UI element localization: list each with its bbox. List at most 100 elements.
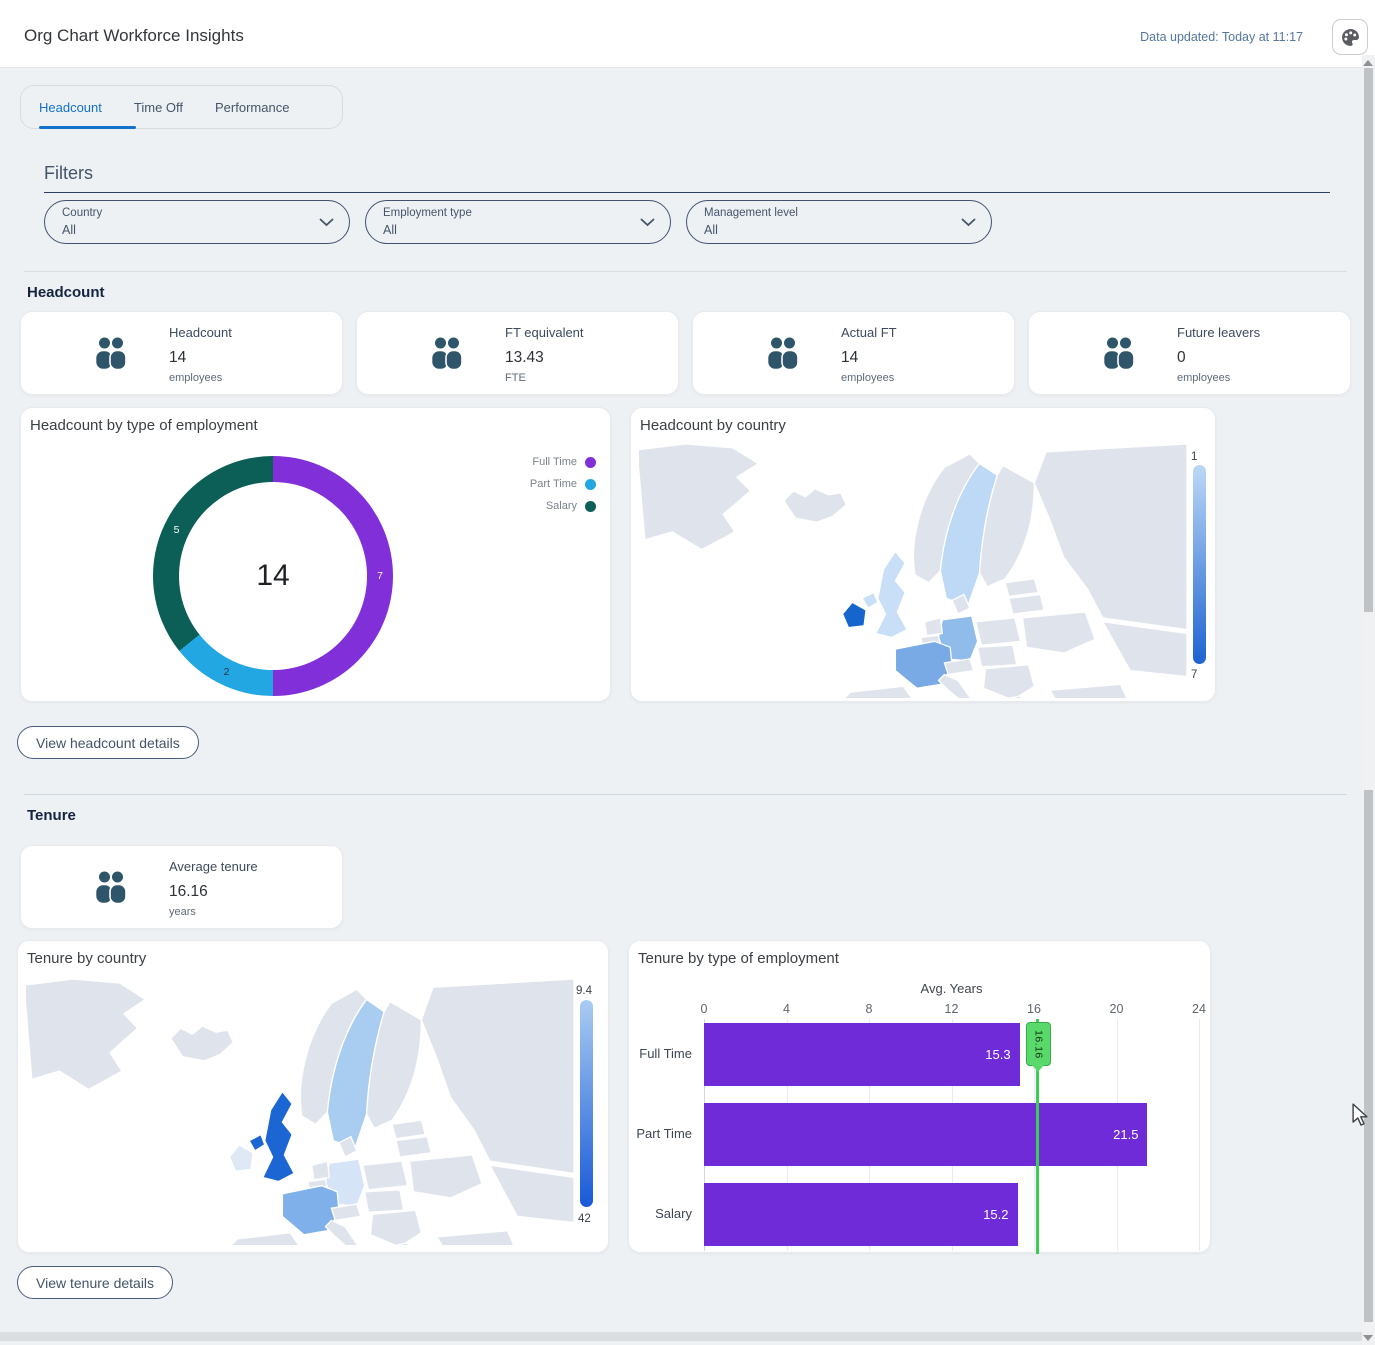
data-updated-text: Data updated: Today at 11:17 — [1140, 30, 1303, 44]
country-shape-ireland — [841, 601, 867, 629]
view-headcount-details-button[interactable]: View headcount details — [17, 726, 199, 759]
legend-color-dot — [585, 500, 596, 512]
country-shape-spain — [843, 685, 913, 698]
dropdown-value: All — [383, 223, 397, 237]
country-shape-italy — [324, 1219, 359, 1245]
scrollbar-thumb[interactable] — [1364, 68, 1373, 612]
scale-min-label: 9.4 — [576, 985, 592, 997]
country-shape-united-kingdom — [861, 591, 879, 609]
country-shape-baltic2 — [395, 1135, 432, 1158]
country-shape-iceland — [170, 1025, 235, 1062]
country-shape-russia — [1033, 444, 1187, 631]
chart-title: Tenure by type of employment — [638, 950, 839, 967]
dropdown-label: Country — [62, 207, 103, 219]
kpi-label: FT equivalent — [505, 325, 584, 340]
country-shape-poland — [361, 1160, 409, 1191]
bar-salary: 15.2 — [704, 1183, 1018, 1246]
country-shape-united-kingdom — [875, 550, 908, 639]
legend-item[interactable]: Full Time — [530, 451, 596, 473]
scroll-down-arrow-icon[interactable] — [1363, 1335, 1373, 1341]
kpi-card-ft-equivalent: FT equivalent 13.43 FTE — [356, 311, 679, 395]
country-shape-ukraine — [1021, 611, 1096, 654]
vertical-scrollbar-track[interactable] — [1362, 55, 1375, 1345]
chart-legend: Full Time Part Time Salary — [530, 451, 596, 517]
x-tick-label: 20 — [1109, 1002, 1124, 1016]
chevron-down-icon — [319, 218, 334, 227]
kpi-value: 0 — [1177, 349, 1186, 366]
x-tick-label: 12 — [944, 1002, 959, 1016]
view-tenure-details-button[interactable]: View tenure details — [17, 1266, 174, 1299]
headcount-by-country-chart-card: Headcount by country 1 7 — [630, 407, 1216, 702]
country-shape-czech-hungary — [363, 1189, 405, 1213]
country-shape-iceland — [783, 488, 848, 523]
europe-choropleth-map — [639, 444, 1187, 698]
country-shape-netherlands — [924, 617, 943, 637]
country-shape-greenland — [26, 979, 147, 1091]
country-shape-czech-hungary — [976, 644, 1018, 668]
legend-color-dot — [585, 478, 596, 490]
legend-color-dot — [585, 456, 596, 468]
country-shape-ukraine — [408, 1154, 483, 1199]
theme-palette-button[interactable] — [1332, 19, 1368, 55]
legend-label: Part Time — [529, 478, 577, 490]
horizontal-scrollbar[interactable] — [0, 1332, 1362, 1341]
kpi-card-average-tenure: Average tenure 16.16 years — [20, 845, 343, 929]
country-shape-ireland — [228, 1144, 254, 1173]
kpi-unit: years — [169, 906, 196, 918]
chevron-down-icon — [640, 218, 655, 227]
kpi-label: Average tenure — [169, 859, 258, 874]
people-icon — [427, 334, 467, 379]
tab-headcount[interactable]: Headcount — [39, 100, 102, 115]
workforce-insights-page: Org Chart Workforce Insights Data update… — [0, 0, 1375, 1345]
people-icon — [1099, 334, 1139, 379]
country-shape-balkans — [369, 1209, 422, 1245]
legend-item[interactable]: Salary — [530, 495, 596, 517]
x-axis-title: Avg. Years — [920, 981, 983, 996]
tenure-by-employment-chart-card: Tenure by type of employment Avg. Years … — [628, 940, 1211, 1254]
country-shape-spain — [230, 1232, 300, 1245]
legend-item[interactable]: Part Time — [530, 473, 596, 495]
tab-bar: Headcount Time Off Performance — [20, 85, 343, 129]
country-shape-baltic1 — [1004, 578, 1039, 598]
palette-icon — [1341, 28, 1359, 46]
europe-choropleth-map — [26, 979, 574, 1245]
tenure-section-heading: Tenure — [27, 807, 76, 824]
section-divider — [24, 794, 1347, 795]
management-level-filter-dropdown[interactable]: Management level All — [686, 200, 992, 244]
dropdown-label: Employment type — [383, 207, 472, 219]
section-divider — [24, 271, 1347, 272]
scrollbar-thumb[interactable] — [1364, 790, 1373, 1322]
kpi-value: 14 — [841, 349, 859, 366]
headcount-section-heading: Headcount — [27, 284, 105, 301]
employment-type-filter-dropdown[interactable]: Employment type All — [365, 200, 671, 244]
scale-min-label: 7 — [1191, 669, 1198, 681]
kpi-label: Future leavers — [1177, 325, 1261, 340]
tab-time-off[interactable]: Time Off — [134, 100, 183, 115]
bar-value-label: 15.2 — [983, 1207, 1009, 1222]
scale-max-label: 1 — [1191, 451, 1198, 463]
donut-center-value: 14 — [256, 559, 290, 592]
people-icon — [763, 334, 803, 379]
country-filter-dropdown[interactable]: Country All — [44, 200, 350, 244]
active-tab-underline — [39, 126, 136, 129]
country-shape-united-kingdom — [248, 1133, 266, 1152]
x-tick-label: 8 — [865, 1002, 873, 1016]
people-icon — [91, 334, 131, 379]
country-shape-united-kingdom — [262, 1090, 295, 1183]
scroll-up-arrow-icon[interactable] — [1363, 60, 1373, 66]
chevron-down-icon — [961, 218, 976, 227]
country-shape-kazakh — [1102, 621, 1187, 678]
color-scale-bar — [1193, 465, 1206, 664]
dropdown-value: All — [62, 223, 76, 237]
chart-title: Headcount by country — [640, 417, 786, 434]
scale-max-label: 42 — [578, 1213, 591, 1225]
y-axis-category-label: Salary — [655, 1206, 692, 1221]
donut-chart: 7 2 5 14 — [153, 456, 393, 696]
kpi-value: 14 — [169, 349, 187, 366]
tab-performance[interactable]: Performance — [215, 100, 289, 115]
headcount-by-employment-chart-card: Headcount by type of employment 7 2 5 14 Fu… — [20, 407, 611, 702]
bar-plot-area: 15.3 21.5 15.2 16.16 — [704, 1019, 1200, 1254]
kpi-value: 16.16 — [169, 883, 208, 900]
bar-part-time: 21.5 — [704, 1103, 1148, 1166]
kpi-card-actual-ft: Actual FT 14 employees — [692, 311, 1015, 395]
